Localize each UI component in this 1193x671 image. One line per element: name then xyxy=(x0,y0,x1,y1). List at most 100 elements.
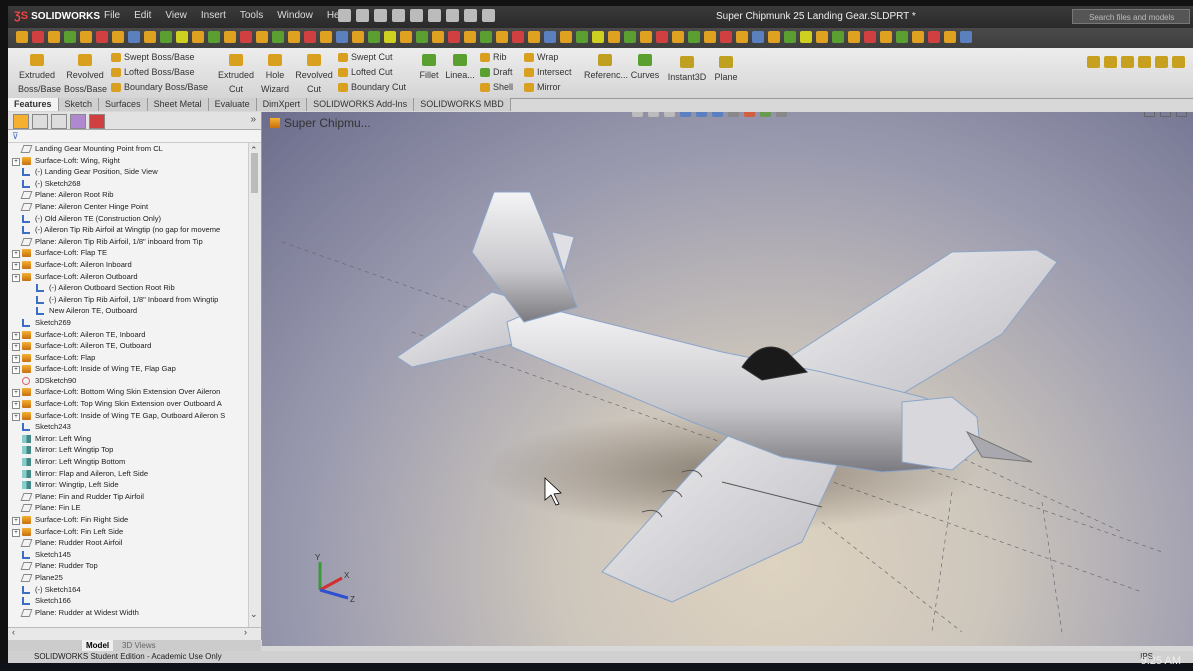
toolbar-tool-icon[interactable] xyxy=(384,31,396,43)
toolbar-tool-icon[interactable] xyxy=(816,31,828,43)
toolbar-tool-icon[interactable] xyxy=(768,31,780,43)
scroll-down-icon[interactable]: ⌄ xyxy=(250,609,258,620)
apply-scene-icon[interactable] xyxy=(760,112,771,117)
minimize-icon[interactable] xyxy=(1144,112,1155,117)
tree-item[interactable]: Sketch269 xyxy=(8,317,248,329)
menu-tools[interactable]: Tools xyxy=(240,10,263,21)
tree-item[interactable]: + Surface-Loft: Bottom Wing Skin Extensio… xyxy=(8,386,248,398)
tab-3d-views[interactable]: 3D Views xyxy=(118,640,160,651)
tree-item[interactable]: Plane: Aileron Tip Rib Airfoil, 1/8" inb… xyxy=(8,236,248,248)
shell-button[interactable]: Shell xyxy=(480,80,513,95)
curves-button[interactable]: Curves xyxy=(630,54,660,82)
tree-item[interactable]: (-) Aileron Tip Rib Airfoil, 1/8" Inboar… xyxy=(8,294,248,306)
extruded-boss-button[interactable]: Extruded Boss/Base xyxy=(18,54,61,96)
tree-item[interactable]: Mirror: Left Wingtip Bottom xyxy=(8,456,248,468)
toolbar-tool-icon[interactable] xyxy=(304,31,316,43)
toolbar-tool-icon[interactable] xyxy=(624,31,636,43)
viewport-tree-flyout[interactable]: Super Chipmu... xyxy=(270,116,371,130)
fillet-button[interactable]: Fillet xyxy=(418,54,440,82)
tree-item[interactable]: Plane: Aileron Center Hinge Point xyxy=(8,201,248,213)
menu-file[interactable]: File xyxy=(104,10,120,21)
toolbar-tool-icon[interactable] xyxy=(320,31,332,43)
tree-item[interactable]: + Surface-Loft: Fin Right Side xyxy=(8,514,248,526)
tree-item[interactable]: (-) Sketch268 xyxy=(8,178,248,190)
boundary-boss-button[interactable]: Boundary Boss/Base xyxy=(111,80,208,95)
toolbar-tool-icon[interactable] xyxy=(224,31,236,43)
toolbar-tool-icon[interactable] xyxy=(640,31,652,43)
tab-model[interactable]: Model xyxy=(82,640,114,651)
revolved-boss-button[interactable]: Revolved Boss/Base xyxy=(64,54,107,96)
toolbar-tool-icon[interactable] xyxy=(96,31,108,43)
expand-icon[interactable]: + xyxy=(12,157,20,166)
select-icon[interactable] xyxy=(428,9,441,22)
search-input[interactable]: Search files and models xyxy=(1072,9,1190,24)
toolbar-tool-icon[interactable] xyxy=(464,31,476,43)
tree-item[interactable]: Plane: Rudder Top xyxy=(8,560,248,572)
expand-icon[interactable]: + xyxy=(12,517,20,525)
tree-item[interactable]: New Aileron TE, Outboard xyxy=(8,305,248,317)
open-icon[interactable] xyxy=(356,9,369,22)
menu-insert[interactable]: Insert xyxy=(201,10,226,21)
swept-boss-button[interactable]: Swept Boss/Base xyxy=(111,50,208,65)
plane-button[interactable]: Plane xyxy=(714,56,738,84)
toolbar-tool-icon[interactable] xyxy=(400,31,412,43)
graphics-area[interactable]: Y X Z Super Chipmu... xyxy=(262,112,1193,646)
zoom-area-icon[interactable] xyxy=(648,112,659,117)
view-orientation-icon[interactable] xyxy=(696,112,707,117)
toolbar-tool-icon[interactable] xyxy=(832,31,844,43)
print-icon[interactable] xyxy=(392,9,405,22)
scroll-left-icon[interactable]: ‹ xyxy=(12,627,15,637)
tree-item[interactable]: Mirror: Wingtip, Left Side xyxy=(8,479,248,491)
tab-solidworks-add-ins[interactable]: SOLIDWORKS Add-Ins xyxy=(307,98,415,111)
tree-horizontal-scrollbar[interactable]: ‹ › xyxy=(8,627,261,640)
tree-item[interactable]: + Surface-Loft: Aileron Inboard xyxy=(8,259,248,271)
menu-window[interactable]: Window xyxy=(277,10,313,21)
toolbar-tool-icon[interactable] xyxy=(352,31,364,43)
toolbar-tool-icon[interactable] xyxy=(496,31,508,43)
toolbar-tool-icon[interactable] xyxy=(32,31,44,43)
file-properties-icon[interactable] xyxy=(464,9,477,22)
extra-tool-icon[interactable] xyxy=(1155,56,1168,68)
rib-button[interactable]: Rib xyxy=(480,50,513,65)
tree-item[interactable]: Mirror: Flap and Aileron, Left Side xyxy=(8,468,248,480)
expand-icon[interactable]: + xyxy=(12,250,20,259)
feature-tree-icon[interactable] xyxy=(13,114,29,129)
draft-button[interactable]: Draft xyxy=(480,65,513,80)
rebuild-icon[interactable] xyxy=(446,9,459,22)
toolbar-tool-icon[interactable] xyxy=(704,31,716,43)
zoom-to-fit-icon[interactable] xyxy=(632,112,643,117)
display-style-icon[interactable] xyxy=(712,112,723,117)
tab-surfaces[interactable]: Surfaces xyxy=(99,98,148,111)
display-manager-icon[interactable] xyxy=(89,114,105,129)
toolbar-tool-icon[interactable] xyxy=(848,31,860,43)
toolbar-tool-icon[interactable] xyxy=(944,31,956,43)
tree-item[interactable]: 3DSketch90 xyxy=(8,375,248,387)
save-icon[interactable] xyxy=(374,9,387,22)
toolbar-tool-icon[interactable] xyxy=(528,31,540,43)
tree-item[interactable]: Landing Gear Mounting Point from CL xyxy=(8,143,248,155)
toolbar-tool-icon[interactable] xyxy=(480,31,492,43)
extra-tool-icon[interactable] xyxy=(1087,56,1100,68)
toolbar-tool-icon[interactable] xyxy=(560,31,572,43)
toolbar-tool-icon[interactable] xyxy=(896,31,908,43)
toolbar-tool-icon[interactable] xyxy=(48,31,60,43)
tree-item[interactable]: (-) Old Aileron TE (Construction Only) xyxy=(8,213,248,225)
expand-icon[interactable]: + xyxy=(12,354,20,363)
toolbar-tool-icon[interactable] xyxy=(912,31,924,43)
tree-item[interactable]: (-) Sketch164 xyxy=(8,584,248,596)
toolbar-tool-icon[interactable] xyxy=(368,31,380,43)
reference-geometry-button[interactable]: Referenc... xyxy=(584,54,628,82)
dimxpert-manager-icon[interactable] xyxy=(70,114,86,129)
toolbar-tool-icon[interactable] xyxy=(688,31,700,43)
tree-item[interactable]: (-) Landing Gear Position, Side View xyxy=(8,166,248,178)
tree-item[interactable]: + Surface-Loft: Inside of Wing TE Gap, Ou… xyxy=(8,410,248,422)
boundary-cut-button[interactable]: Boundary Cut xyxy=(338,80,406,95)
extra-tool-icon[interactable] xyxy=(1104,56,1117,68)
menu-edit[interactable]: Edit xyxy=(134,10,151,21)
mirror-button[interactable]: Mirror xyxy=(524,80,572,95)
tree-item[interactable]: + Surface-Loft: Flap TE xyxy=(8,247,248,259)
toolbar-tool-icon[interactable] xyxy=(240,31,252,43)
expand-icon[interactable]: + xyxy=(12,412,20,421)
toolbar-tool-icon[interactable] xyxy=(736,31,748,43)
tree-item[interactable]: Mirror: Left Wingtip Top xyxy=(8,444,248,456)
